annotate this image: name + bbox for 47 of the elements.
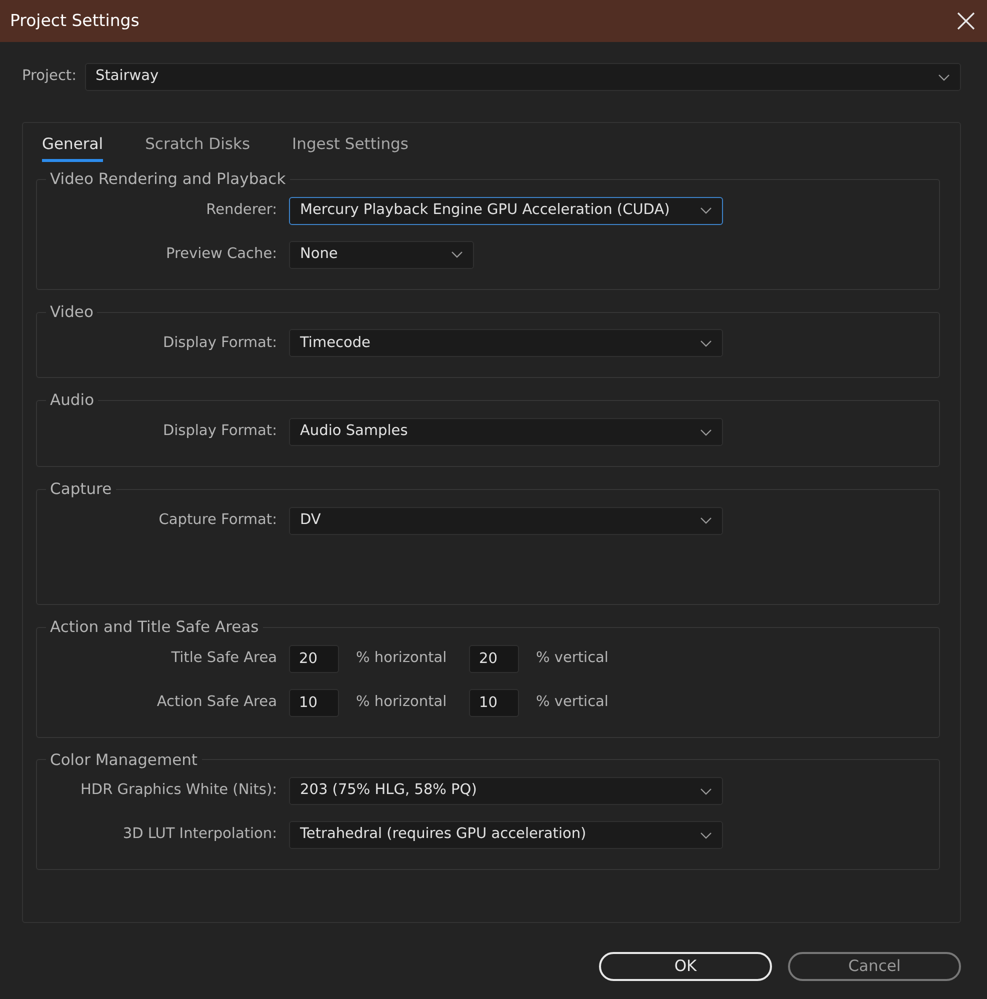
group-title: Video Rendering and Playback bbox=[49, 170, 287, 189]
number-field[interactable]: 20 bbox=[289, 644, 339, 673]
dropdown[interactable]: 203 (75% HLG, 58% PQ) bbox=[289, 777, 723, 806]
ok-button[interactable]: OK bbox=[599, 952, 772, 981]
field-label: Action Safe Area bbox=[156, 692, 277, 712]
unit-label: % horizontal bbox=[355, 648, 448, 668]
chevron-down-icon bbox=[938, 74, 950, 80]
tab[interactable]: Scratch Disks bbox=[145, 129, 250, 162]
chevron-down-icon bbox=[700, 340, 712, 347]
dropdown[interactable]: Audio Samples bbox=[289, 418, 723, 446]
chevron-down-icon bbox=[700, 207, 712, 214]
chevron-down-icon bbox=[700, 517, 712, 524]
tab[interactable]: General bbox=[42, 129, 104, 162]
group-title: Color Management bbox=[49, 750, 198, 770]
chevron-down-icon bbox=[700, 428, 712, 436]
dropdown[interactable]: Stairway bbox=[84, 63, 961, 91]
group-title: Audio bbox=[49, 391, 96, 410]
group-title: Action and Title Safe Areas bbox=[49, 618, 260, 637]
field-label: Capture Format: bbox=[158, 510, 277, 530]
unit-label: % vertical bbox=[535, 648, 608, 668]
dropdown[interactable]: Timecode bbox=[289, 329, 723, 358]
number-field[interactable]: 10 bbox=[289, 688, 339, 717]
group-title: Capture bbox=[49, 480, 113, 499]
number-field[interactable]: 10 bbox=[469, 688, 519, 717]
group-title: Video bbox=[49, 302, 94, 322]
unit-label: % vertical bbox=[535, 692, 608, 712]
close-button[interactable] bbox=[955, 10, 977, 32]
dropdown[interactable]: Tetrahedral (requires GPU acceleration) bbox=[289, 821, 723, 850]
tab[interactable]: Ingest Settings bbox=[292, 129, 408, 162]
number-field[interactable]: 20 bbox=[469, 644, 519, 673]
chevron-down-icon bbox=[451, 251, 463, 258]
field-label: Preview Cache: bbox=[164, 244, 277, 264]
unit-label: % horizontal bbox=[355, 692, 448, 712]
dropdown[interactable]: None bbox=[289, 240, 474, 269]
window-title: Project Settings bbox=[10, 10, 140, 32]
field-label: Project: bbox=[22, 67, 76, 86]
field-label: Renderer: bbox=[205, 200, 277, 220]
field-label: Title Safe Area bbox=[170, 648, 277, 668]
field-label: HDR Graphics White (Nits): bbox=[80, 781, 277, 800]
dropdown[interactable]: DV bbox=[289, 506, 723, 535]
chevron-down-icon bbox=[700, 832, 712, 839]
field-label: 3D LUT Interpolation: bbox=[122, 825, 277, 844]
cancel-button[interactable]: Cancel bbox=[788, 952, 961, 981]
dropdown[interactable]: Mercury Playback Engine GPU Acceleration (CUDA) bbox=[289, 196, 723, 225]
field-label: Display Format: bbox=[162, 334, 277, 353]
chevron-down-icon bbox=[700, 788, 712, 795]
field-label: Display Format: bbox=[162, 422, 277, 442]
